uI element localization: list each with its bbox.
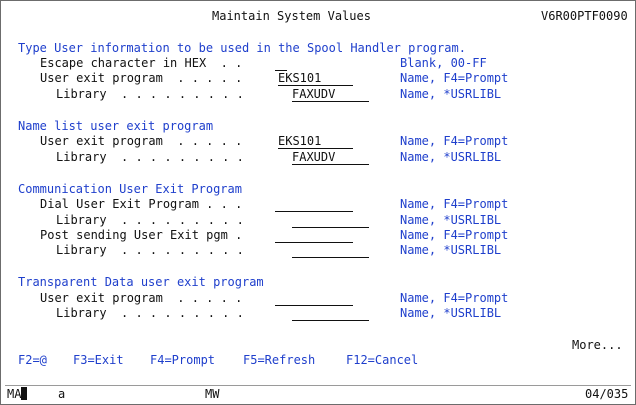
- name-list-exit-program-label: User exit program . . . . .: [40, 134, 243, 148]
- escape-character-hint: Blank, 00-FF: [400, 56, 487, 70]
- name-list-exit-program-hint: Name, F4=Prompt: [400, 134, 509, 148]
- dial-library-label: Library . . . . . . . . .: [56, 213, 244, 227]
- dial-exit-program-input[interactable]: [275, 197, 353, 212]
- fkey-cancel[interactable]: F12=Cancel: [346, 353, 418, 367]
- transparent-exit-program-hint: Name, F4=Prompt: [400, 291, 509, 305]
- escape-character-label: Escape character in HEX . .: [40, 56, 243, 70]
- status-bar: MA a MW 04/035: [5, 385, 631, 402]
- status-cursor-position: 04/035: [585, 387, 629, 401]
- library-input[interactable]: FAXUDV: [292, 87, 369, 102]
- status-session: MW: [205, 387, 220, 401]
- library-hint: Name, *USRLIBL: [400, 87, 502, 101]
- post-sending-library-label: Library . . . . . . . . .: [56, 243, 244, 257]
- transparent-library-input[interactable]: [292, 306, 369, 321]
- status-mode: MA: [7, 387, 22, 401]
- transparent-exit-program-input[interactable]: [275, 291, 353, 306]
- fkey-refresh[interactable]: F5=Refresh: [243, 353, 315, 367]
- section-heading-communication: Communication User Exit Program: [18, 182, 242, 196]
- name-list-library-hint: Name, *USRLIBL: [400, 150, 502, 164]
- transparent-exit-program-label: User exit program . . . . .: [40, 291, 243, 305]
- section-heading-name-list: Name list user exit program: [18, 119, 214, 133]
- status-indicator: a: [58, 387, 66, 401]
- user-exit-program-hint: Name, F4=Prompt: [400, 71, 509, 85]
- cursor-block-icon: [21, 387, 27, 400]
- user-exit-program-input[interactable]: EKS101: [278, 71, 353, 86]
- name-list-exit-program-input[interactable]: EKS101: [278, 134, 353, 149]
- post-sending-exit-hint: Name, F4=Prompt: [400, 228, 509, 242]
- section-heading-transparent: Transparent Data user exit program: [18, 275, 264, 289]
- post-sending-library-hint: Name, *USRLIBL: [400, 243, 502, 257]
- screen-title: Maintain System Values: [212, 9, 371, 23]
- library-label: Library . . . . . . . . .: [56, 87, 244, 101]
- post-sending-library-input[interactable]: [292, 243, 369, 258]
- dial-exit-program-label: Dial User Exit Program . . .: [40, 197, 243, 211]
- more-indicator: More...: [572, 338, 623, 352]
- transparent-library-label: Library . . . . . . . . .: [56, 306, 244, 320]
- dial-library-hint: Name, *USRLIBL: [400, 213, 502, 227]
- user-exit-program-label: User exit program . . . . .: [40, 71, 243, 85]
- post-sending-exit-label: Post sending User Exit pgm .: [40, 228, 243, 242]
- post-sending-exit-input[interactable]: [275, 228, 353, 243]
- dial-exit-program-hint: Name, F4=Prompt: [400, 197, 509, 211]
- system-id: V6R00PTF0090: [541, 9, 628, 23]
- section-heading-spool-handler: Type User information to be used in the …: [18, 41, 466, 55]
- escape-character-input[interactable]: [275, 56, 287, 71]
- name-list-library-input[interactable]: FAXUDV: [292, 150, 369, 165]
- fkey-prompt[interactable]: F4=Prompt: [150, 353, 215, 367]
- fkey-f2[interactable]: F2=@: [18, 353, 47, 367]
- transparent-library-hint: Name, *USRLIBL: [400, 306, 502, 320]
- dial-library-input[interactable]: [292, 213, 369, 228]
- name-list-library-label: Library . . . . . . . . .: [56, 150, 244, 164]
- fkey-exit[interactable]: F3=Exit: [73, 353, 124, 367]
